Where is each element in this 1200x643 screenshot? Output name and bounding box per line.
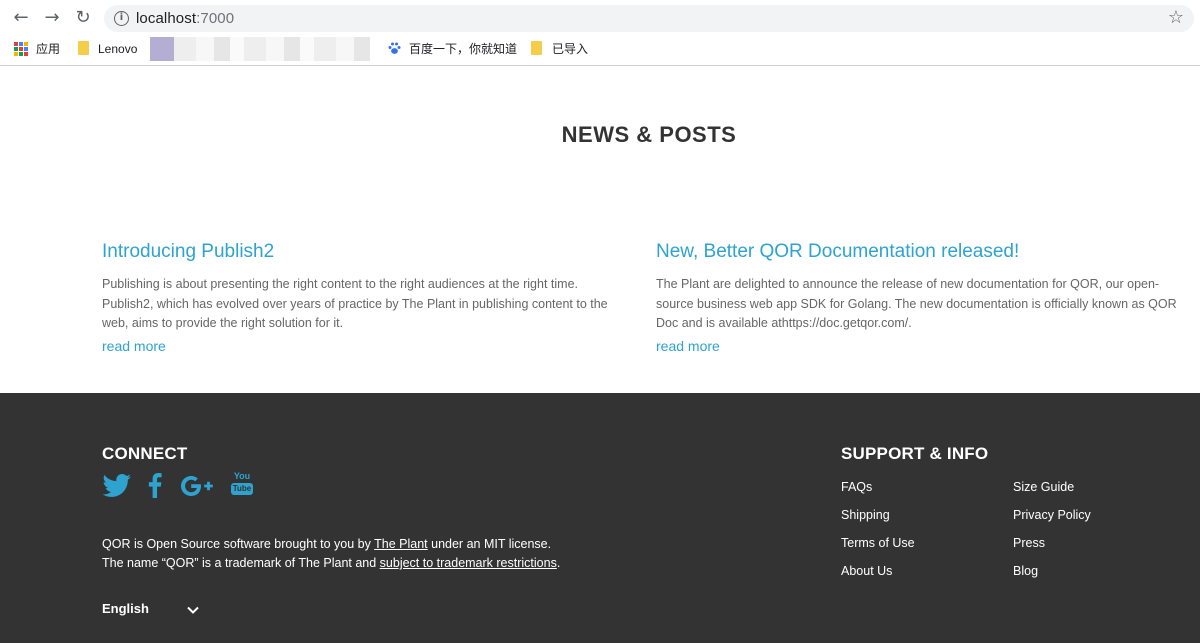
site-info-icon[interactable]: i — [114, 11, 129, 26]
footer-link-terms[interactable]: Terms of Use — [841, 535, 915, 551]
footer-link-blog[interactable]: Blog — [1013, 563, 1038, 579]
footer-link-privacy[interactable]: Privacy Policy — [1013, 507, 1091, 523]
twitter-icon[interactable] — [102, 474, 132, 498]
redacted-bookmark — [174, 37, 370, 61]
support-heading: SUPPORT & INFO — [841, 444, 989, 463]
post-title-link[interactable]: New, Better QOR Documentation released! — [656, 240, 1181, 264]
bookmarks-bar: 应用 Lenovo 百度一下，你就知道 已导入 — [0, 37, 1200, 63]
browser-chrome: ← → ↻ i localhost:7000 ☆ 应用 Lenovo 百度一下，… — [0, 0, 1200, 66]
post-card: New, Better QOR Documentation released! … — [656, 240, 1181, 356]
connect-heading: CONNECT — [102, 444, 188, 463]
post-excerpt: The Plant are delighted to announce the … — [656, 277, 1177, 330]
trademark-restrictions-link[interactable]: subject to trademark restrictions — [380, 556, 557, 570]
legal-notice: QOR is Open Source software brought to y… — [102, 537, 561, 570]
read-more-link[interactable]: read more — [656, 336, 1181, 356]
url-text: localhost:7000 — [136, 10, 235, 27]
the-plant-link[interactable]: The Plant — [374, 537, 428, 551]
bookmark-imported[interactable]: 已导入 — [552, 41, 588, 57]
folder-icon — [78, 41, 89, 55]
redacted-bookmark — [150, 37, 174, 61]
footer-link-size-guide[interactable]: Size Guide — [1013, 479, 1074, 495]
bookmark-baidu[interactable]: 百度一下，你就知道 — [409, 41, 517, 57]
forward-arrow-icon[interactable]: → — [41, 7, 63, 29]
bookmark-apps[interactable]: 应用 — [36, 41, 60, 57]
chevron-down-icon — [187, 606, 199, 614]
page-title: NEWS & POSTS — [561, 122, 737, 147]
post-card: Introducing Publish2 Publishing is about… — [102, 240, 627, 356]
google-plus-icon[interactable] — [181, 476, 213, 496]
bookmark-star-icon[interactable]: ☆ — [1168, 7, 1184, 28]
reload-icon[interactable]: ↻ — [72, 7, 94, 29]
post-excerpt: Publishing is about presenting the right… — [102, 277, 608, 330]
read-more-link[interactable]: read more — [102, 336, 627, 356]
footer-link-shipping[interactable]: Shipping — [841, 507, 890, 523]
baidu-paw-icon — [388, 42, 401, 54]
footer-link-about[interactable]: About Us — [841, 563, 892, 579]
site-footer: CONNECT You Tube QOR is Open Source soft… — [0, 393, 1200, 643]
bookmark-lenovo[interactable]: Lenovo — [98, 41, 137, 57]
post-title-link[interactable]: Introducing Publish2 — [102, 240, 627, 264]
address-bar[interactable]: i localhost:7000 ☆ — [104, 5, 1194, 32]
footer-link-faqs[interactable]: FAQs — [841, 479, 872, 495]
language-value: English — [102, 601, 149, 616]
footer-link-press[interactable]: Press — [1013, 535, 1045, 551]
back-arrow-icon[interactable]: ← — [10, 7, 32, 29]
facebook-icon[interactable] — [148, 473, 162, 498]
folder-icon — [531, 41, 542, 55]
apps-grid-icon — [14, 42, 28, 56]
language-select[interactable]: English — [102, 601, 202, 621]
youtube-icon[interactable]: You Tube — [231, 471, 253, 499]
